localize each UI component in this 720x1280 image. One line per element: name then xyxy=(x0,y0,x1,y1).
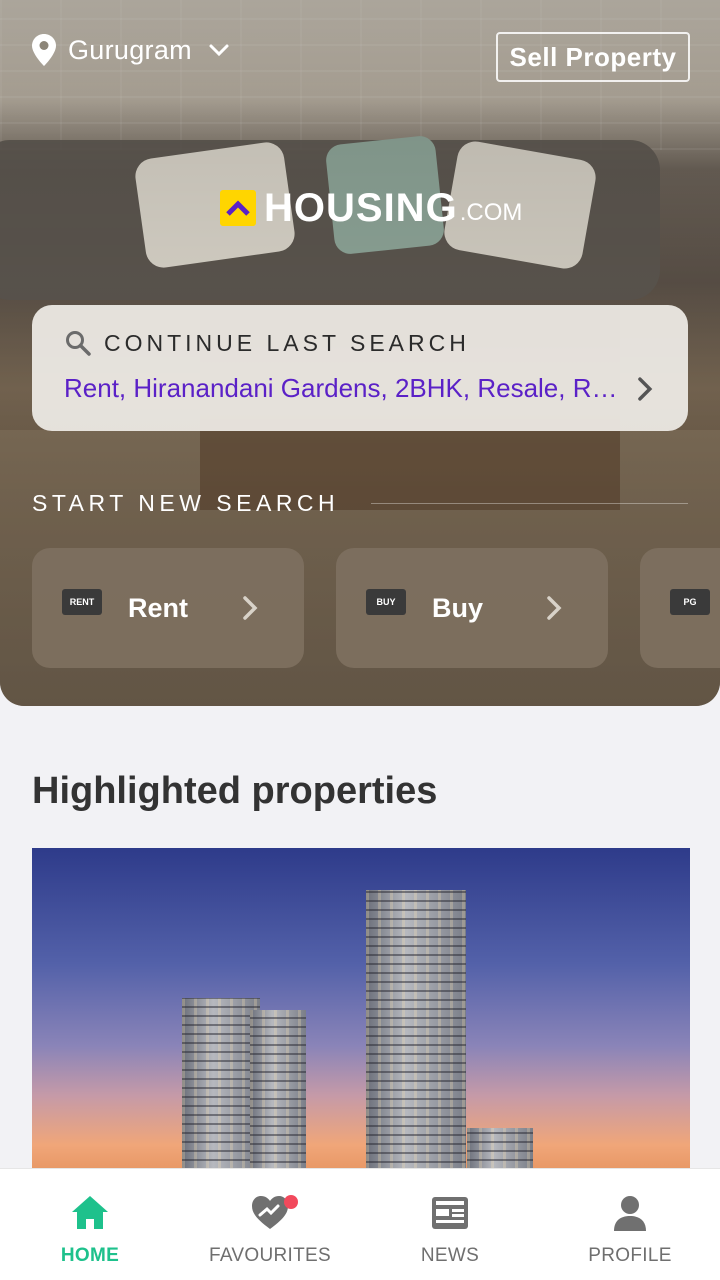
housing-logo: HOUSING .COM xyxy=(220,186,523,230)
search-type-pg[interactable]: PG PG xyxy=(640,548,720,668)
city-name: Gurugram xyxy=(68,34,192,65)
search-type-rent[interactable]: RENT Rent xyxy=(32,548,304,668)
continue-last-search-card[interactable]: CONTINUE LAST SEARCH Rent, Hiranandani G… xyxy=(32,305,688,431)
tower xyxy=(250,1010,306,1178)
city-selector[interactable]: Gurugram xyxy=(32,34,230,66)
chevron-right-icon xyxy=(243,596,258,620)
divider xyxy=(371,503,688,504)
housing-logo-mark-icon xyxy=(220,190,256,226)
search-type-buy[interactable]: BUY Buy xyxy=(336,548,608,668)
nav-label: FAVOURITES xyxy=(209,1245,331,1266)
last-search-heading: CONTINUE LAST SEARCH xyxy=(104,329,470,356)
highlighted-property-image[interactable] xyxy=(32,848,690,1178)
news-icon xyxy=(432,1197,468,1229)
start-new-search-header: START NEW SEARCH xyxy=(32,490,688,517)
brand-suffix: .COM xyxy=(459,199,523,226)
location-pin-icon xyxy=(32,34,56,66)
notification-badge xyxy=(284,1195,298,1209)
sign-board: BUY xyxy=(366,589,406,615)
search-type-label: Buy xyxy=(432,592,484,623)
profile-icon xyxy=(614,1196,646,1231)
hero-banner: Gurugram Sell Property HOUSING .COM CONT… xyxy=(0,0,720,706)
nav-label: PROFILE xyxy=(588,1245,672,1266)
new-search-heading: START NEW SEARCH xyxy=(32,490,340,516)
sign-board: RENT xyxy=(62,589,102,615)
buy-sign-icon: BUY xyxy=(366,581,410,631)
bottom-navigation: HOME FAVOURITES NEWS PROFILE xyxy=(0,1168,720,1280)
chevron-right-icon xyxy=(547,596,562,620)
search-icon xyxy=(66,331,91,356)
nav-label: NEWS xyxy=(420,1245,480,1266)
nav-favourites[interactable]: FAVOURITES xyxy=(180,1169,360,1280)
rent-sign-icon: RENT xyxy=(62,581,106,631)
sign-board: PG xyxy=(670,589,710,615)
nav-label: HOME xyxy=(60,1245,120,1266)
chevron-down-icon xyxy=(209,44,229,57)
search-type-label: Rent xyxy=(128,592,188,623)
section-title: Highlighted properties xyxy=(32,770,438,812)
nav-profile[interactable]: PROFILE xyxy=(540,1169,720,1280)
sell-property-button[interactable]: Sell Property xyxy=(496,32,690,82)
last-search-query: Rent, Hiranandani Gardens, 2BHK, Resale,… xyxy=(64,373,626,403)
chevron-right-icon xyxy=(638,376,653,401)
home-icon xyxy=(72,1196,108,1229)
brand-name: HOUSING xyxy=(264,186,458,230)
nav-home[interactable]: HOME xyxy=(0,1169,180,1280)
tower xyxy=(182,998,260,1178)
tower xyxy=(366,890,466,1178)
nav-news[interactable]: NEWS xyxy=(360,1169,540,1280)
pg-sign-icon: PG xyxy=(670,581,714,631)
